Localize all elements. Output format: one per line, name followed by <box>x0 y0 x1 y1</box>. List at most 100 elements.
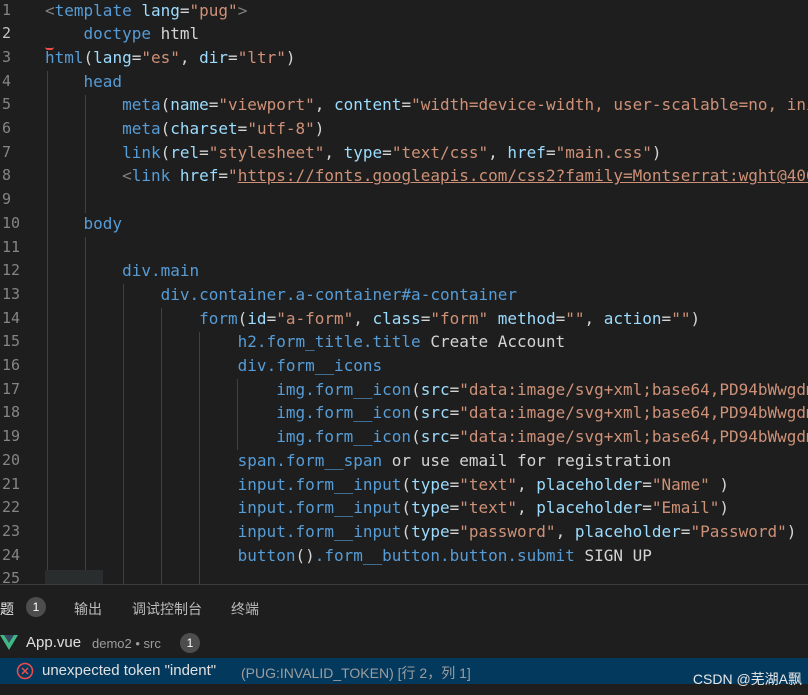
code-line[interactable]: 1 <template lang="pug"> <box>0 0 808 22</box>
code-text: head <box>45 70 123 94</box>
token: , <box>179 47 200 67</box>
file-problem-count: 1 <box>180 633 200 653</box>
tab-terminal[interactable]: 终端 <box>231 599 259 619</box>
code-editor[interactable]: 1 <template lang="pug"> 2 doctype html 3 htm… <box>0 0 808 584</box>
code-line[interactable]: 25 <box>0 567 808 584</box>
code-line[interactable]: 11 <box>0 236 808 260</box>
code-text: div.container.a-container#a-container <box>45 283 517 307</box>
problem-file-row[interactable]: App.vue demo2 • src 1 <box>0 631 808 655</box>
code-line[interactable]: 5 meta(name="viewport", content="width=d… <box>0 93 808 117</box>
token: = <box>545 142 556 162</box>
token: ) <box>314 119 325 138</box>
code-line[interactable]: 16 div.form__icons <box>0 354 808 378</box>
token: , <box>517 498 537 518</box>
code-text: h2.form_title.title Create Account <box>45 330 566 354</box>
code-text: img.form__icon(src="data:image/svg+xml;b… <box>45 401 808 425</box>
token: div <box>237 356 267 375</box>
file-path: demo2 • src <box>92 636 161 651</box>
code-line[interactable]: 21 input.form__input(type="text", placeh… <box>0 473 808 497</box>
token: div <box>122 261 151 281</box>
code-text: div.form__icons <box>45 354 383 378</box>
code-line[interactable]: 10 body <box>0 212 808 236</box>
line-number: 15 <box>2 332 21 351</box>
code-line[interactable]: 8 <link href="https://fonts.googleapis.c… <box>0 164 808 188</box>
code-line[interactable]: 24 button().form__button.button.submit S… <box>0 544 808 568</box>
token: href <box>507 142 546 162</box>
code-line[interactable]: 17 img.form__icon(src="data:image/svg+xm… <box>0 378 808 402</box>
code-line[interactable]: 14 form(id="a-form", class="form" method… <box>0 307 808 331</box>
tab-problems[interactable]: 题 <box>0 599 14 619</box>
code-line[interactable]: 23 input.form__input(type="password", pl… <box>0 520 808 544</box>
code-line[interactable]: 15 h2.form_title.title Create Account <box>0 330 808 354</box>
token: = <box>218 166 229 186</box>
line-number: 14 <box>2 308 21 327</box>
token: .form__input <box>285 498 402 518</box>
code-text: body <box>45 212 123 236</box>
token: id <box>247 308 267 328</box>
code-line[interactable]: 22 input.form__input(type="text", placeh… <box>0 496 808 520</box>
token: type <box>411 521 450 541</box>
problem-item[interactable]: unexpected token "indent" (PUG:INVALID_T… <box>0 658 808 684</box>
token: ) <box>719 498 729 518</box>
token: = <box>131 47 142 67</box>
token: ( <box>160 95 171 115</box>
vue-icon <box>0 635 18 656</box>
code-text: meta(charset="utf-8") <box>45 117 324 141</box>
token: .form_title.title <box>256 332 421 352</box>
token: "Email" <box>651 498 720 518</box>
code-line[interactable]: 9 <box>0 188 808 212</box>
token: .form__input <box>285 474 402 494</box>
tab-debug-console[interactable]: 调试控制台 <box>132 599 202 619</box>
token: class <box>372 308 421 328</box>
token: ( <box>160 142 171 162</box>
token: = <box>449 379 460 399</box>
line-number: 24 <box>2 545 21 564</box>
code-line[interactable]: 20 span.form__span or use email for regi… <box>0 449 808 473</box>
error-code: (PUG:INVALID_TOKEN) [行 2，列 1] <box>241 665 471 681</box>
tab-output[interactable]: 输出 <box>74 599 102 619</box>
token: "password" <box>459 521 556 541</box>
code-line[interactable]: 13 div.container.a-container#a-container <box>0 283 808 307</box>
token: link <box>122 142 161 162</box>
code-line[interactable]: 6 meta(charset="utf-8") <box>0 117 808 141</box>
code-line[interactable]: 3 html(lang="es", dir="ltr") <box>0 46 808 70</box>
token: rel <box>170 142 200 162</box>
token: src <box>420 403 450 423</box>
code-line[interactable]: 18 img.form__icon(src="data:image/svg+xm… <box>0 401 808 425</box>
code-text: meta(name="viewport", content="width=dev… <box>45 93 808 117</box>
token: = <box>449 521 460 541</box>
token: placeholder <box>536 498 643 518</box>
code-line[interactable]: 19 img.form__icon(src="data:image/svg+xm… <box>0 425 808 449</box>
code-line[interactable]: 2 doctype html <box>0 22 808 46</box>
token: or use email for registration <box>382 450 672 470</box>
line-number: 7 <box>2 142 12 161</box>
token: ) <box>786 521 797 541</box>
line-number: 20 <box>2 450 21 469</box>
token: template <box>54 0 132 20</box>
code-line[interactable]: 4 head <box>0 70 808 94</box>
token: "Name" <box>651 474 710 494</box>
token: = <box>237 119 248 138</box>
token: content <box>334 95 402 115</box>
token: ( <box>411 379 421 399</box>
line-number: 13 <box>2 284 21 303</box>
code-line[interactable]: 7 link(rel="stylesheet", type="text/css"… <box>0 141 808 165</box>
code-text: button().form__button.button.submit SIGN… <box>45 544 652 568</box>
error-message: unexpected token "indent" <box>42 662 217 679</box>
code-line[interactable]: 12 div.main <box>0 259 808 283</box>
token: "pug" <box>189 0 238 20</box>
token: form <box>199 308 238 328</box>
line-number: 3 <box>2 47 12 66</box>
code-text: input.form__input(type="text", placehold… <box>45 496 729 520</box>
token: () <box>295 545 315 565</box>
token: .container.a-container#a-container <box>189 284 518 304</box>
token: , <box>488 142 508 162</box>
